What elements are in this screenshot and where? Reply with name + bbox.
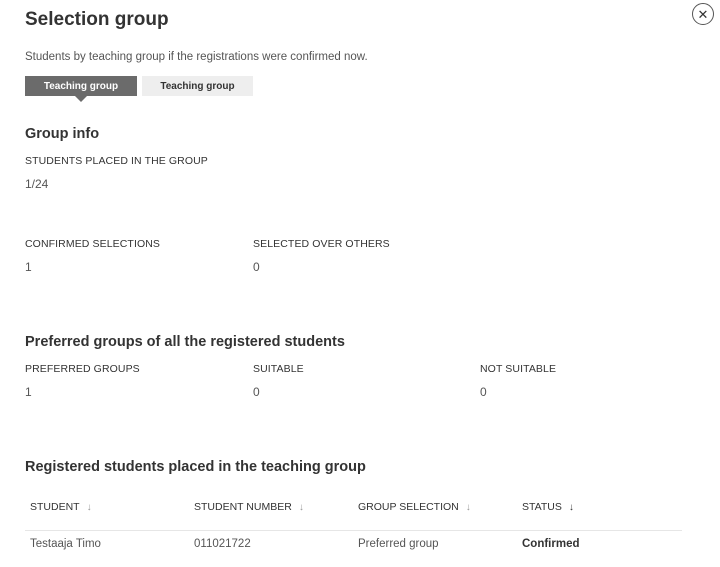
sort-arrow-icon: ↓ [465,502,471,513]
sort-arrow-icon: ↓ [86,502,92,513]
active-tab-indicator [75,96,87,102]
preferred-groups-value: 1 [25,385,32,399]
suitable-label: SUITABLE [253,363,304,375]
column-header-group-selection[interactable]: GROUP SELECTION ↓ [358,501,471,513]
dialog-title: Selection group [25,9,169,30]
cell-student-number: 011021722 [194,538,251,550]
not-suitable-value: 0 [480,385,487,399]
suitable-value: 0 [253,385,260,399]
placed-students-heading: Registered students placed in the teachi… [25,459,366,475]
group-info-heading: Group info [25,126,100,142]
sort-arrow-icon: ↓ [298,502,304,513]
preferred-groups-heading: Preferred groups of all the registered s… [25,334,345,350]
preferred-groups-label: PREFERRED GROUPS [25,363,140,375]
students-placed-value: 1/24 [25,177,49,191]
students-placed-label: STUDENTS PLACED IN THE GROUP [25,155,208,167]
not-suitable-label: NOT SUITABLE [480,363,557,375]
column-header-student-number[interactable]: STUDENT NUMBER ↓ [194,501,304,513]
close-button[interactable]: ✕ [692,3,714,25]
cell-group-selection: Preferred group [358,538,439,550]
selected-over-others-value: 0 [253,260,260,274]
cell-status: Confirmed [522,538,580,550]
column-header-status[interactable]: STATUS ↓ [522,501,574,513]
selected-over-others-label: SELECTED OVER OTHERS [253,238,390,250]
table-divider [25,530,682,531]
column-header-student[interactable]: STUDENT ↓ [30,501,92,513]
confirmed-selections-value: 1 [25,260,32,274]
sort-arrow-icon: ↓ [568,502,574,513]
cell-student-name: Testaaja Timo [30,538,101,550]
close-icon: ✕ [697,6,709,22]
tab-teaching-group-1[interactable]: Teaching group [25,76,137,96]
tab-teaching-group-2[interactable]: Teaching group [142,76,253,96]
dialog-description: Students by teaching group if the regist… [25,51,368,63]
confirmed-selections-label: CONFIRMED SELECTIONS [25,238,161,250]
